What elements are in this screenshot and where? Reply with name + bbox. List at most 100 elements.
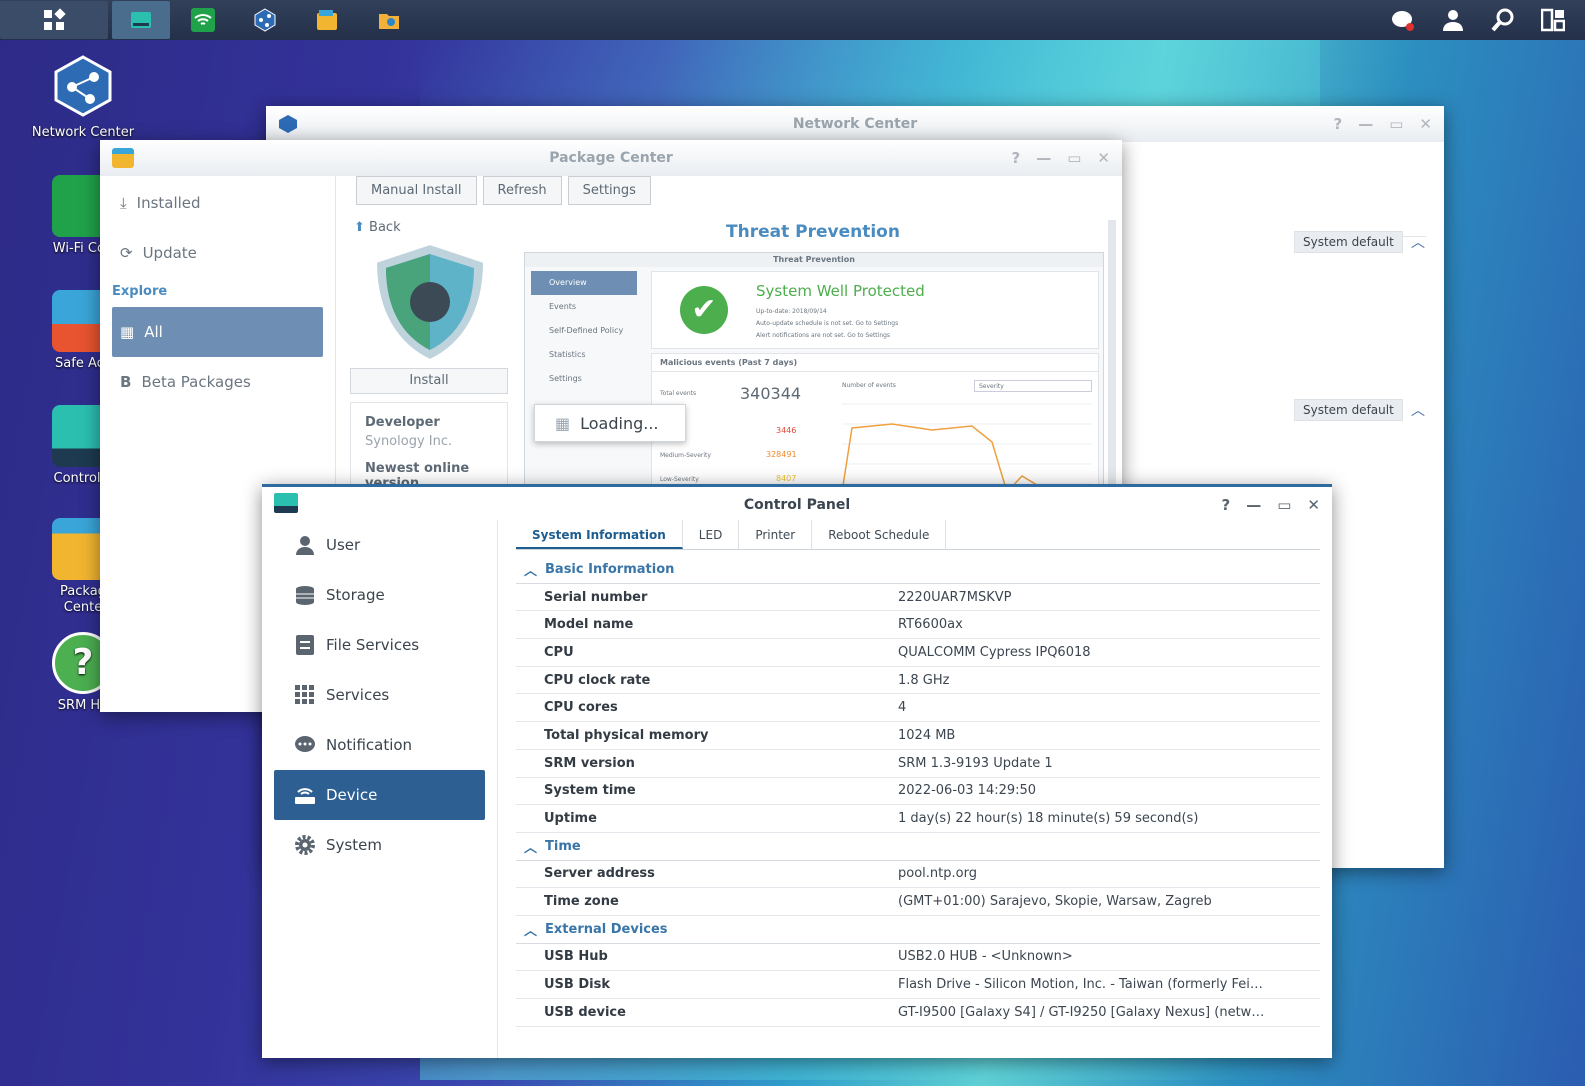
install-button[interactable]: Install (350, 368, 508, 394)
close-icon[interactable]: ✕ (1307, 487, 1320, 523)
window-titlebar[interactable]: Network Center ? — ▭ ✕ (266, 106, 1444, 142)
chevron-up-icon[interactable]: ︿ (1411, 400, 1425, 420)
close-icon[interactable]: ✕ (1097, 140, 1110, 176)
row-label: CPU clock rate (544, 672, 651, 688)
minimize-icon[interactable]: — (1036, 140, 1051, 176)
services-icon (295, 685, 314, 704)
user-icon[interactable] (1441, 8, 1465, 32)
tab-reboot-schedule[interactable]: Reboot Schedule (812, 520, 947, 549)
chevron-up-icon[interactable]: ︿ (1411, 232, 1425, 252)
section-header[interactable]: ︿ External Devices (516, 916, 1320, 944)
row-value: RT6600ax (898, 617, 963, 633)
close-icon[interactable]: ✕ (1419, 106, 1432, 142)
window-titlebar[interactable]: Package Center ? — ▭ ✕ (100, 140, 1122, 176)
scrollbar[interactable] (1108, 220, 1116, 500)
taskbar-network-center[interactable] (236, 1, 294, 39)
maximize-icon[interactable]: ▭ (1389, 106, 1403, 142)
refresh-button[interactable]: Refresh (482, 176, 562, 205)
sidebar-item-label: User (326, 536, 361, 554)
window-title: Control Panel (743, 497, 851, 513)
section-title: External Devices (545, 921, 668, 937)
system-default-badge[interactable]: System default (1294, 231, 1403, 253)
preview-low-label: Low-Severity (660, 476, 699, 483)
table-row: CPU clock rate 1.8 GHz (516, 667, 1320, 695)
system-information-table: ︿ Basic Information Serial number 2220UAR7M… (516, 556, 1320, 1027)
preview-menu-item: Events (549, 302, 577, 311)
sidebar-item-beta[interactable]: B Beta Packages (100, 357, 335, 407)
window-titlebar[interactable]: Control Panel ? — ▭ ✕ (262, 484, 1332, 520)
help-icon[interactable]: ? (1012, 140, 1021, 176)
maximize-icon[interactable]: ▭ (1067, 140, 1081, 176)
row-label: Server address (544, 866, 655, 882)
row-value: 2022-06-03 14:29:50 (898, 783, 1037, 799)
row-label: System time (544, 783, 636, 799)
row-value: 4 (898, 700, 907, 716)
sidebar-item-storage[interactable]: Storage (274, 570, 485, 620)
row-label: USB device (544, 1004, 626, 1020)
preview-menu-item: Settings (549, 374, 582, 383)
row-value: 1.8 GHz (898, 672, 950, 688)
chat-icon[interactable] (1391, 8, 1415, 32)
tab-system-information[interactable]: System Information (516, 520, 683, 549)
sidebar-item-notification[interactable]: Notification (274, 720, 485, 770)
taskbar-control-panel[interactable] (112, 1, 170, 39)
minimize-icon[interactable]: — (1246, 487, 1261, 523)
sidebar-item-all[interactable]: ▦ All (112, 307, 323, 357)
manual-install-button[interactable]: Manual Install (356, 176, 477, 205)
control-panel-tabs: System Information LED Printer Reboot Sc… (516, 520, 1320, 550)
minimize-icon[interactable]: — (1358, 106, 1373, 142)
table-row: Serial number 2220UAR7MSKVP (516, 584, 1320, 612)
help-icon[interactable]: ? (1334, 106, 1343, 142)
back-link[interactable]: ⬆ Back (354, 220, 401, 235)
loading-label: Loading... (580, 413, 659, 433)
system-default-badge[interactable]: System default (1294, 399, 1403, 421)
main-menu-button[interactable] (0, 1, 108, 39)
taskbar-package-center[interactable] (298, 1, 356, 39)
package-icon (317, 10, 337, 30)
package-toolbar: Manual Install Refresh Settings (356, 176, 657, 205)
taskbar-wifi-connect[interactable] (174, 1, 232, 39)
row-value: QUALCOMM Cypress IPQ6018 (898, 644, 1091, 660)
desktop-icon-network-center[interactable]: Network Center (28, 55, 138, 140)
network-icon (254, 8, 276, 32)
row-label: Model name (544, 617, 634, 633)
sidebar-item-installed[interactable]: ⤓ Installed (100, 178, 335, 228)
preview-status-line: Alert notifications are not set. Go to S… (756, 332, 891, 339)
sidebar-item-device[interactable]: Device (274, 770, 485, 820)
table-row: Model name RT6600ax (516, 611, 1320, 640)
search-icon[interactable] (1491, 8, 1515, 32)
control-panel-sidebar: User Storage File Services Services Noti… (262, 520, 498, 1058)
notification-icon (295, 736, 315, 752)
section-header[interactable]: ︿ Time (516, 833, 1320, 861)
table-row: Server address pool.ntp.org (516, 861, 1320, 889)
row-label: Total physical memory (544, 727, 709, 743)
sidebar-item-label: System (326, 836, 382, 854)
folder-icon (379, 14, 399, 29)
maximize-icon[interactable]: ▭ (1277, 487, 1291, 523)
sidebar-item-services[interactable]: Services (274, 670, 485, 720)
row-label: CPU cores (544, 700, 618, 716)
window-title: Package Center (549, 150, 673, 166)
row-value: 1 day(s) 22 hour(s) 18 minute(s) 59 seco… (898, 811, 1199, 827)
grid-icon (44, 8, 66, 30)
beta-icon: B (120, 373, 132, 391)
sidebar-item-file-services[interactable]: File Services (274, 620, 485, 670)
back-label: Back (369, 220, 401, 235)
table-row: USB Disk Flash Drive - Silicon Motion, In… (516, 971, 1320, 999)
tab-printer[interactable]: Printer (739, 520, 813, 549)
sidebar-item-label: Notification (326, 736, 413, 754)
file-services-icon (296, 635, 314, 655)
sidebar-item-system[interactable]: System (274, 820, 485, 870)
storage-icon (296, 586, 314, 605)
tab-led[interactable]: LED (683, 520, 740, 549)
row-value: GT-I9500 [Galaxy S4] / GT-I9250 [Galaxy … (898, 1004, 1268, 1020)
network-center-icon (279, 115, 297, 133)
help-icon[interactable]: ? (1222, 487, 1231, 523)
taskbar-file-station[interactable] (360, 1, 418, 39)
section-header[interactable]: ︿ Basic Information (516, 556, 1320, 584)
widgets-icon[interactable] (1541, 8, 1565, 32)
sidebar-item-user[interactable]: User (274, 520, 485, 570)
sidebar-item-update[interactable]: ⟳ Update (100, 228, 335, 278)
settings-button[interactable]: Settings (567, 176, 651, 205)
preview-status-panel: ✔ System Well Protected Up-to-date: 2018… (651, 271, 1099, 349)
